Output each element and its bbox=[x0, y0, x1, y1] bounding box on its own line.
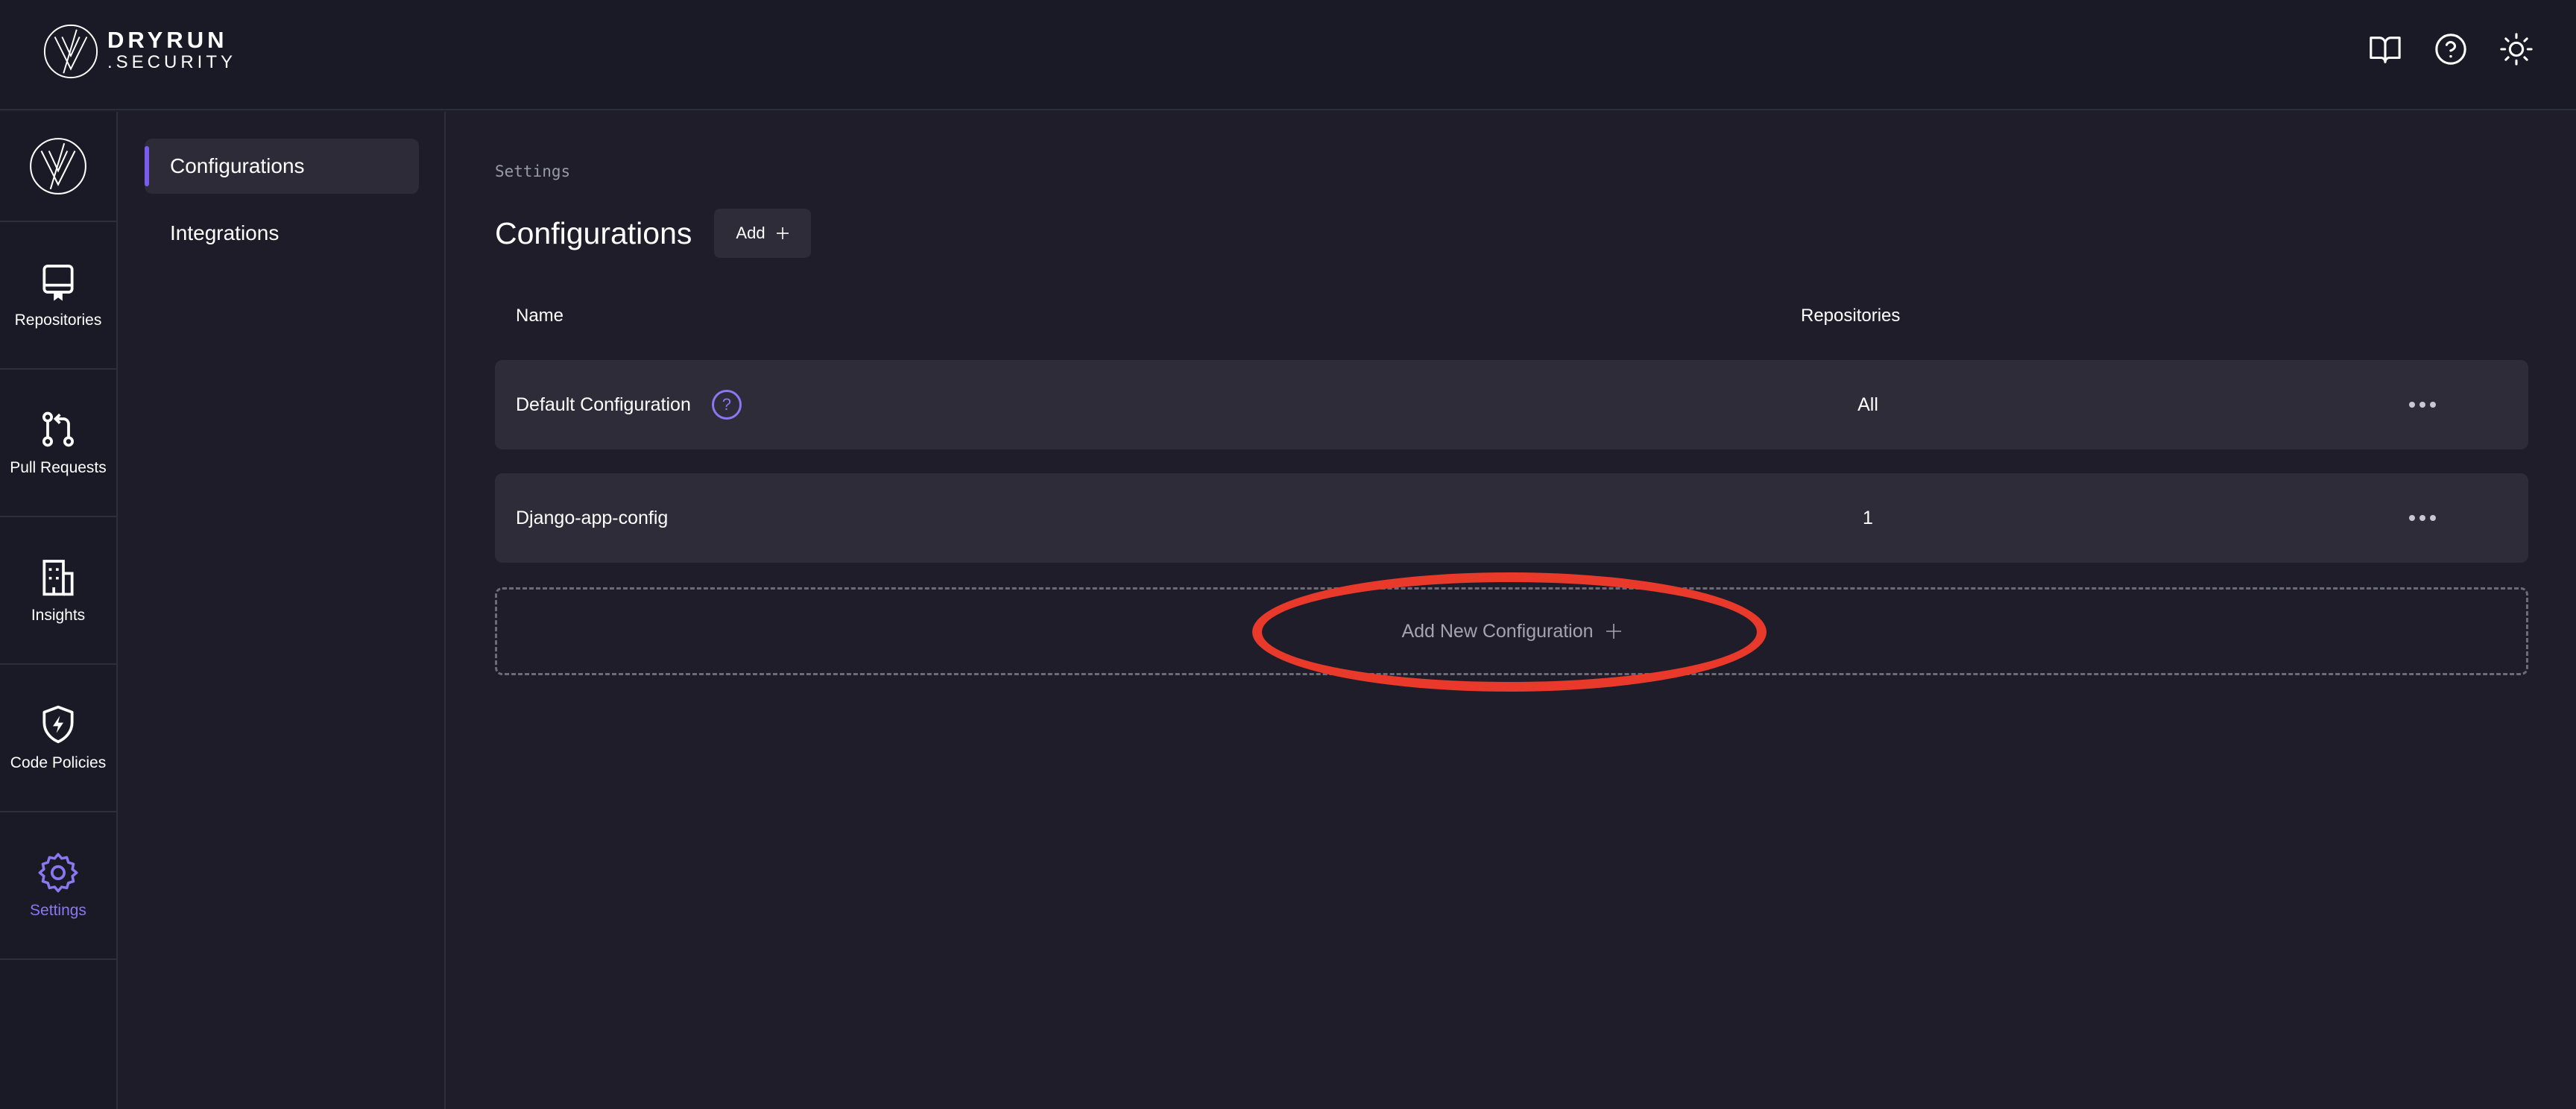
building-icon bbox=[42, 560, 74, 596]
nav-settings[interactable]: Settings bbox=[0, 812, 116, 960]
column-header-repositories: Repositories bbox=[1801, 306, 1901, 326]
more-dot bbox=[2409, 402, 2415, 408]
config-name-cell: Django-app-config bbox=[516, 473, 668, 563]
plus-icon bbox=[776, 227, 789, 239]
nav-label: Insights bbox=[31, 607, 86, 624]
shield-bolt-icon bbox=[42, 705, 74, 744]
nav-label: Repositories bbox=[14, 312, 102, 329]
more-dot bbox=[2409, 515, 2415, 521]
nav-pull-requests[interactable]: Pull Requests bbox=[0, 370, 116, 517]
top-bar: DRYRUN .SECURITY bbox=[0, 0, 2576, 110]
theme-toggle-button[interactable] bbox=[2497, 30, 2536, 69]
table-row[interactable]: Django-app-config 1 bbox=[495, 473, 2528, 563]
add-new-configuration-button[interactable]: Add New Configuration bbox=[495, 587, 2528, 675]
subnav-configurations[interactable]: Configurations bbox=[145, 139, 419, 194]
more-dot bbox=[2430, 515, 2436, 521]
page-title: Configurations bbox=[495, 216, 692, 250]
rail-logo[interactable] bbox=[0, 112, 116, 222]
nav-label: Settings bbox=[30, 902, 86, 919]
row-actions-button[interactable] bbox=[2400, 500, 2445, 536]
brand-line-1: DRYRUN bbox=[107, 27, 228, 53]
dryrun-logo-icon bbox=[30, 138, 86, 195]
subnav-label: Configurations bbox=[170, 154, 305, 177]
table-row[interactable]: Default Configuration ? All bbox=[495, 360, 2528, 449]
help-button[interactable] bbox=[2431, 30, 2470, 69]
repositories-cell: All bbox=[1857, 394, 1878, 415]
docs-button[interactable] bbox=[2366, 30, 2405, 69]
nav-label: Code Policies bbox=[10, 754, 107, 771]
more-dot bbox=[2419, 515, 2425, 521]
help-icon[interactable]: ? bbox=[711, 390, 742, 420]
plus-icon bbox=[1606, 624, 1621, 639]
brand-line-2: .SECURITY bbox=[107, 52, 237, 72]
nav-insights[interactable]: Insights bbox=[0, 517, 116, 665]
main-content: Settings Configurations Add Name Reposit… bbox=[447, 112, 2576, 1109]
breadcrumb[interactable]: Settings bbox=[495, 162, 570, 180]
repository-icon bbox=[42, 265, 74, 301]
column-header-name: Name bbox=[516, 306, 564, 326]
add-new-label: Add New Configuration bbox=[1401, 620, 1594, 642]
subnav-integrations[interactable]: Integrations bbox=[145, 206, 419, 261]
add-button-label: Add bbox=[736, 224, 765, 242]
config-name: Default Configuration bbox=[516, 394, 691, 415]
repositories-cell: 1 bbox=[1863, 507, 1873, 528]
main-nav-rail: Repositories Pull Requests Insights Code… bbox=[0, 112, 118, 1109]
more-dot bbox=[2419, 402, 2425, 408]
settings-subnav: Configurations Integrations bbox=[119, 112, 446, 1109]
top-actions bbox=[2366, 30, 2536, 69]
subnav-label: Integrations bbox=[170, 221, 280, 244]
more-dot bbox=[2430, 402, 2436, 408]
config-name-cell: Default Configuration ? bbox=[516, 360, 742, 449]
config-name: Django-app-config bbox=[516, 507, 669, 528]
book-icon bbox=[2370, 37, 2401, 63]
pull-request-icon bbox=[42, 411, 75, 447]
brand-wordmark: DRYRUN .SECURITY bbox=[107, 27, 237, 74]
nav-repositories[interactable]: Repositories bbox=[0, 222, 116, 370]
gear-icon bbox=[38, 853, 78, 893]
add-configuration-button[interactable]: Add bbox=[714, 209, 811, 258]
row-actions-button[interactable] bbox=[2400, 387, 2445, 423]
nav-label: Pull Requests bbox=[10, 459, 107, 476]
help-circle-icon bbox=[2435, 34, 2466, 65]
dryrun-logo-icon bbox=[43, 24, 98, 79]
brand-logo[interactable]: DRYRUN .SECURITY bbox=[42, 22, 236, 80]
nav-code-policies[interactable]: Code Policies bbox=[0, 665, 116, 812]
sun-icon bbox=[2500, 33, 2533, 66]
